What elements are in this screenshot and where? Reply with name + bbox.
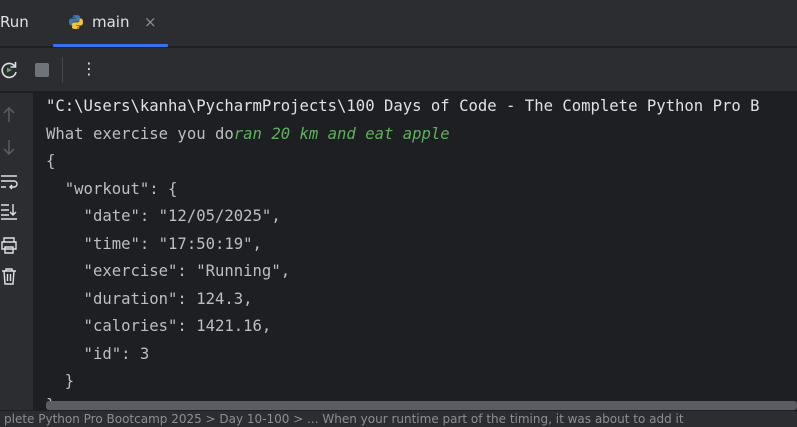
trash-icon[interactable] <box>0 266 18 286</box>
console-output[interactable]: "C:\Users\kanha\PycharmProjects\100 Days… <box>33 93 797 403</box>
arrow-up-icon[interactable] <box>0 105 18 125</box>
console-side-toolbar <box>0 93 33 427</box>
input-prompt-line: What exercise you doran 20 km and eat ap… <box>46 124 450 144</box>
output-line: "duration": 124.3, <box>46 290 253 308</box>
run-toolbar: ⋮ <box>0 48 797 92</box>
rerun-icon <box>1 62 17 79</box>
print-icon[interactable] <box>0 235 18 255</box>
output-line: "time": "17:50:19", <box>46 235 262 253</box>
stop-button[interactable] <box>30 58 54 82</box>
output-line: "exercise": "Running", <box>46 262 291 280</box>
rerun-button[interactable] <box>0 58 21 82</box>
output-line: "calories": 1421.16, <box>46 317 272 335</box>
python-icon <box>69 15 83 29</box>
soft-wrap-icon[interactable] <box>0 171 18 191</box>
more-options-icon[interactable]: ⋮ <box>81 59 97 79</box>
tab-main[interactable]: main × <box>53 0 168 47</box>
stop-icon <box>35 63 49 77</box>
tool-window-header: Run main × <box>0 0 797 47</box>
output-line: "workout": { <box>46 180 178 198</box>
active-tab-indicator <box>53 44 168 47</box>
toolbar-divider <box>62 57 63 83</box>
horizontal-scrollbar[interactable] <box>46 401 797 410</box>
run-window-title: Run <box>0 13 29 31</box>
status-text: plete Python Pro Bootcamp 2025 > Day 10-… <box>4 412 684 426</box>
output-line: "date": "12/05/2025", <box>46 207 281 225</box>
close-icon[interactable]: × <box>144 13 157 31</box>
status-bar: plete Python Pro Bootcamp 2025 > Day 10-… <box>0 410 797 427</box>
arrow-down-icon[interactable] <box>0 137 18 157</box>
output-line: "id": 3 <box>46 345 150 363</box>
output-line: } <box>46 372 75 390</box>
command-line: "C:\Users\kanha\PycharmProjects\100 Days… <box>46 97 760 115</box>
user-input-text: ran 20 km and eat apple <box>233 125 450 143</box>
scroll-to-end-icon[interactable] <box>0 201 18 221</box>
prompt-text: What exercise you do <box>46 125 234 143</box>
tab-label: main <box>92 13 130 31</box>
output-line: { <box>46 152 56 170</box>
